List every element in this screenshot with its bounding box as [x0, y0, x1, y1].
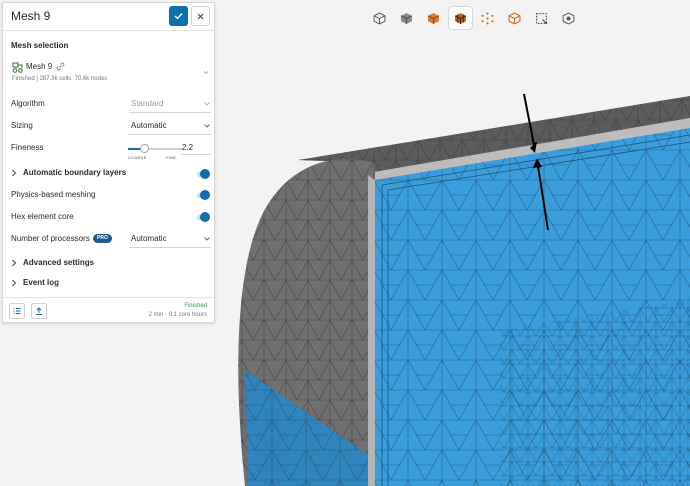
algorithm-label: Algorithm: [11, 99, 45, 108]
fineness-input[interactable]: 2.2: [181, 140, 211, 155]
physics-based-meshing-row: Physics-based meshing: [11, 185, 211, 205]
automatic-boundary-layers-expander[interactable]: Automatic boundary layers: [11, 167, 211, 181]
cube-settings-button[interactable]: [557, 7, 580, 29]
upload-button[interactable]: [31, 303, 47, 319]
physics-based-meshing-label: Physics-based meshing: [11, 190, 96, 199]
algorithm-value: Standard: [131, 99, 164, 108]
processors-label: Number of processors: [11, 234, 90, 243]
processors-value: Automatic: [131, 234, 167, 243]
cap-edge-strip: [368, 175, 375, 486]
chevron-down-icon[interactable]: [203, 70, 209, 75]
fineness-slider-handle[interactable]: [140, 144, 149, 153]
hex-element-core-label: Hex element core: [11, 212, 74, 221]
sizing-value: Automatic: [131, 121, 167, 130]
box-select-button[interactable]: [530, 7, 553, 29]
fineness-label: Fineness: [11, 143, 44, 152]
chevron-right-icon: [12, 279, 17, 287]
cube-solid-button[interactable]: [395, 7, 418, 29]
chevron-down-icon: [204, 124, 210, 128]
mesh-selection-item[interactable]: Mesh 9 Finished | 287.3k cells, 70.6k no…: [9, 59, 210, 88]
processors-select[interactable]: Automatic: [129, 231, 211, 248]
chevron-down-icon: [204, 102, 210, 106]
advanced-settings-label: Advanced settings: [23, 258, 95, 267]
mesh-settings-panel: Mesh 9 Mesh selection Mesh 9 Finished | …: [2, 2, 215, 323]
list-icon: [13, 308, 21, 314]
chevron-down-icon: [204, 237, 210, 241]
cube-orange-button[interactable]: [422, 7, 445, 29]
link-icon[interactable]: [56, 62, 65, 71]
hex-element-core-row: Hex element core: [11, 207, 211, 227]
processors-row: Number of processors PRO Automatic: [11, 229, 211, 249]
cube-points-button[interactable]: [476, 7, 499, 29]
advanced-settings-expander[interactable]: Advanced settings: [11, 257, 211, 271]
mesh-selection-heading: Mesh selection: [11, 41, 69, 50]
sizing-label: Sizing: [11, 121, 33, 130]
panel-header: Mesh 9: [3, 3, 214, 31]
close-icon: [197, 13, 204, 19]
list-view-button[interactable]: [9, 303, 25, 319]
event-log-label: Event log: [23, 278, 60, 287]
slider-max-label: FINE: [166, 155, 177, 160]
mesh-status: Finished | 287.3k cells, 70.6k nodes: [12, 76, 108, 82]
mesh-name: Mesh 9: [26, 62, 53, 71]
algorithm-row: Algorithm Standard: [11, 94, 211, 114]
cube-wire-orange-button[interactable]: [503, 7, 526, 29]
cube-points-icon: [481, 12, 494, 24]
mesh-icon: [12, 62, 23, 73]
confirm-button[interactable]: [169, 6, 188, 26]
chevron-right-icon: [12, 259, 17, 267]
hex-element-core-toggle[interactable]: [197, 212, 210, 223]
status-badge: Finished: [184, 303, 207, 309]
sizing-row: Sizing Automatic: [11, 116, 211, 136]
cube-settings-icon: [562, 12, 575, 24]
physics-based-meshing-toggle[interactable]: [197, 190, 210, 201]
cube-outline-button[interactable]: [368, 7, 391, 29]
status-time: 2 min - 0.1 core hours: [148, 312, 207, 318]
cube-outline-icon: [373, 12, 386, 24]
box-select-icon: [536, 12, 548, 24]
view-toolbar: [368, 7, 580, 29]
cube-orange-dark-button[interactable]: [449, 7, 472, 29]
slider-min-label: COARSE: [128, 155, 147, 160]
close-button[interactable]: [191, 6, 210, 26]
cube-solid-icon: [400, 12, 413, 24]
automatic-boundary-layers-label: Automatic boundary layers: [23, 168, 127, 177]
check-icon: [174, 13, 183, 20]
cube-orange-dark-icon: [454, 12, 467, 24]
pro-badge: PRO: [93, 234, 112, 243]
sizing-select[interactable]: Automatic: [129, 118, 211, 135]
mesh-face-fine: [500, 300, 690, 486]
cube-wire-orange-icon: [508, 11, 521, 25]
chevron-right-icon: [12, 169, 17, 177]
automatic-boundary-layers-toggle[interactable]: [197, 169, 210, 180]
fineness-row: Fineness COARSE FINE 2.2: [11, 138, 211, 162]
upload-icon: [36, 307, 42, 315]
algorithm-select[interactable]: Standard: [129, 96, 211, 113]
cube-orange-icon: [427, 12, 440, 24]
panel-footer: Finished 2 min - 0.1 core hours: [3, 297, 214, 323]
panel-title: Mesh 9: [11, 9, 51, 23]
event-log-expander[interactable]: Event log: [11, 277, 211, 291]
